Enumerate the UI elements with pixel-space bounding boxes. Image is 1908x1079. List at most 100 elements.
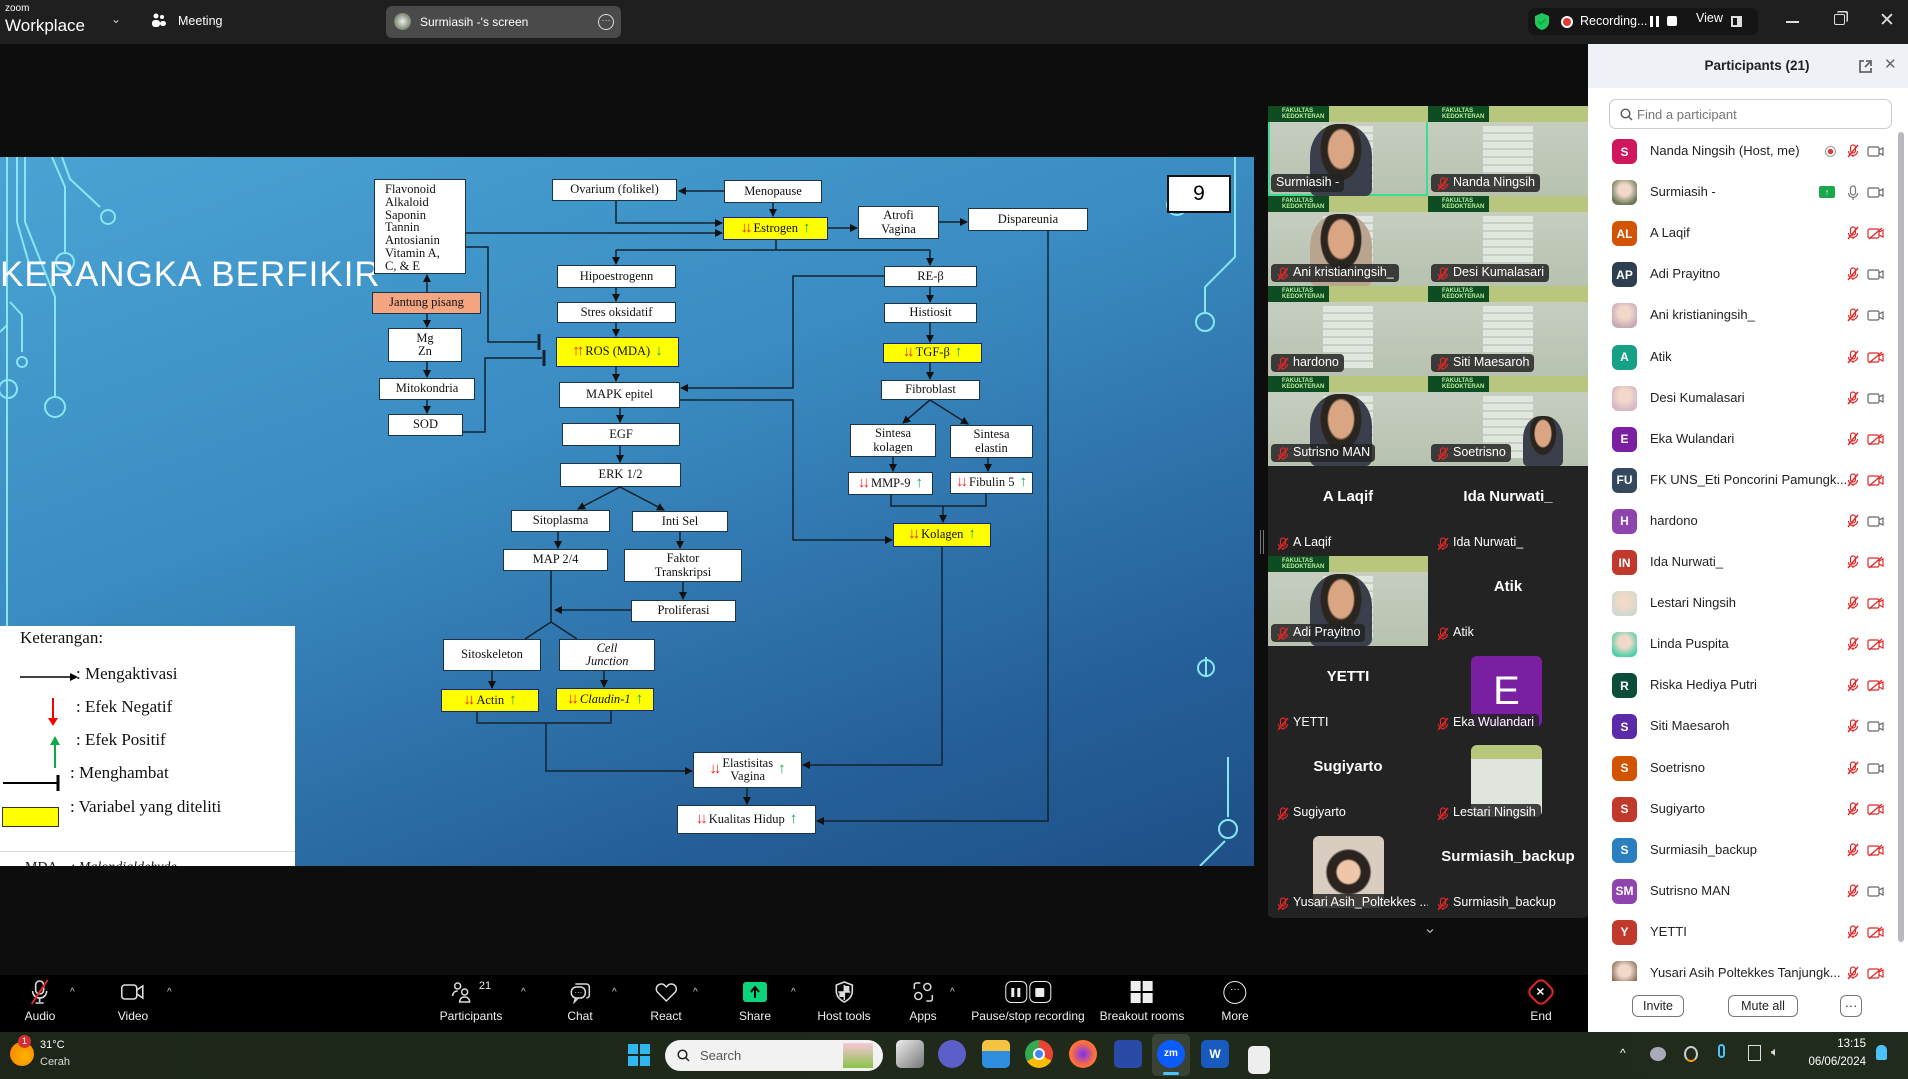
participant-row[interactable]: S Surmiasih_backup	[1588, 830, 1888, 871]
camera-off-icon[interactable]	[1867, 351, 1884, 369]
video-tile[interactable]: Surmiasih_backup Surmiasih_backup	[1428, 826, 1588, 916]
show-hidden-icons-chevron-icon[interactable]: ^	[1620, 1046, 1626, 1060]
camera-icon[interactable]	[1867, 885, 1884, 903]
mic-muted-icon[interactable]	[1846, 843, 1860, 862]
video-tile[interactable]: FAKULTAS KEDOKTERAN Surmiasih -	[1268, 106, 1428, 196]
participant-row[interactable]: AP Adi Prayitno	[1588, 254, 1888, 295]
teams-icon[interactable]	[938, 1040, 966, 1068]
camera-off-icon[interactable]	[1867, 556, 1884, 574]
clock-time[interactable]: 13:15	[1808, 1038, 1866, 1050]
sync-icon[interactable]	[1684, 1046, 1698, 1062]
participant-row[interactable]: Linda Puspita	[1588, 624, 1888, 665]
video-tile[interactable]: FAKULTAS KEDOKTERAN hardono	[1268, 286, 1428, 376]
participant-row[interactable]: Lestari Ningsih	[1588, 583, 1888, 624]
video-button[interactable]: Video	[118, 975, 148, 1032]
camera-off-icon[interactable]	[1867, 803, 1884, 821]
participant-row[interactable]: Hhardono	[1588, 501, 1888, 542]
more-button[interactable]: ··· More	[1221, 975, 1249, 1032]
weather-temp[interactable]: 31°C	[40, 1039, 65, 1051]
meeting-info-button[interactable]: Meeting	[150, 12, 222, 35]
camera-icon[interactable]	[1867, 720, 1884, 738]
pause-stop-recording-button[interactable]: Pause/stop recording	[971, 975, 1085, 1032]
chrome-icon[interactable]	[1025, 1040, 1053, 1068]
video-tile[interactable]: E Eka Wulandari	[1428, 646, 1588, 736]
mic-muted-icon[interactable]	[1846, 308, 1860, 327]
microphone-icon[interactable]	[1718, 1044, 1725, 1058]
zoom-app-icon[interactable]: zm	[1157, 1040, 1185, 1068]
splitter-handle[interactable]	[1260, 530, 1264, 554]
mic-muted-icon[interactable]	[1846, 432, 1860, 451]
participant-row[interactable]: S Siti Maesaroh	[1588, 706, 1888, 747]
app-icon-2[interactable]	[1248, 1046, 1270, 1074]
notification-bell-icon[interactable]	[1876, 1045, 1887, 1060]
camera-off-icon[interactable]	[1867, 433, 1884, 451]
participant-row[interactable]: Yusari Asih Poltekkes Tanjungk...	[1588, 953, 1888, 981]
onedrive-icon[interactable]	[1650, 1047, 1666, 1061]
firefox-icon[interactable]	[1069, 1040, 1097, 1068]
volume-icon[interactable]: 🔈︎	[1771, 1044, 1779, 1060]
host-tools-button[interactable]: Host tools	[817, 975, 871, 1032]
video-tile[interactable]: Ida Nurwati_ Ida Nurwati_	[1428, 466, 1588, 556]
camera-icon[interactable]	[1867, 515, 1884, 533]
video-tile[interactable]: Yusari Asih_Poltekkes ...	[1268, 826, 1428, 916]
camera-off-icon[interactable]	[1867, 967, 1884, 981]
participant-row[interactable]: S Soetrisno	[1588, 748, 1888, 789]
react-button[interactable]: React	[650, 975, 682, 1032]
gallery-next-chevron-icon[interactable]: ⌄	[1420, 918, 1440, 938]
video-tile[interactable]: FAKULTAS KEDOKTERAN Desi Kumalasari	[1428, 196, 1588, 286]
participant-row[interactable]: Ani kristianingsih_	[1588, 295, 1888, 336]
video-tile[interactable]: A Laqif A Laqif	[1268, 466, 1428, 556]
taskbar-search-input[interactable]: Search	[665, 1040, 883, 1071]
video-tile[interactable]: FAKULTAS KEDOKTERAN Sutrisno MAN	[1268, 376, 1428, 466]
chat-button[interactable]: ··· Chat	[567, 975, 593, 1032]
network-icon[interactable]	[1748, 1045, 1761, 1061]
camera-off-icon[interactable]	[1867, 679, 1884, 697]
video-tile[interactable]: FAKULTAS KEDOKTERAN Adi Prayitno	[1268, 556, 1428, 646]
breakout-rooms-button[interactable]: Breakout rooms	[1100, 975, 1184, 1032]
video-tile[interactable]: Sugiyarto Sugiyarto	[1268, 736, 1428, 826]
participant-row[interactable]: R Riska Hediya Putri	[1588, 665, 1888, 706]
camera-icon[interactable]	[1867, 309, 1884, 327]
participant-row[interactable]: E Eka Wulandari	[1588, 419, 1888, 460]
camera-off-icon[interactable]	[1867, 638, 1884, 656]
video-tile[interactable]: FAKULTAS KEDOKTERAN Ani kristianingsih_	[1268, 196, 1428, 286]
mic-muted-icon[interactable]	[1846, 678, 1860, 697]
invite-button[interactable]: Invite	[1632, 995, 1684, 1017]
video-tile[interactable]: Atik Atik	[1428, 556, 1588, 646]
pause-recording-button[interactable]	[1648, 13, 1662, 29]
share-button[interactable]: Share	[739, 975, 771, 1032]
minimize-icon[interactable]	[1786, 21, 1799, 23]
camera-off-icon[interactable]	[1867, 926, 1884, 944]
share-indicator[interactable]: Surmiasih -'s screen ···	[386, 6, 621, 38]
video-tile[interactable]: Lestari Ningsih	[1428, 736, 1588, 826]
more-button[interactable]: ···	[1840, 995, 1862, 1017]
participant-row[interactable]: Desi Kumalasari	[1588, 378, 1888, 419]
mic-muted-icon[interactable]	[1846, 925, 1860, 944]
participant-row[interactable]: Surmiasih - ↑	[1588, 172, 1888, 213]
participants-button[interactable]: 21 Participants	[440, 975, 503, 1032]
mic-icon[interactable]	[1846, 185, 1860, 206]
restore-icon[interactable]	[1834, 14, 1845, 25]
mic-muted-icon[interactable]	[1846, 144, 1860, 163]
task-view-icon[interactable]	[896, 1040, 924, 1068]
audio-button[interactable]: Audio	[25, 975, 55, 1032]
shield-check-icon[interactable]	[1534, 12, 1550, 31]
participant-search-input[interactable]: Find a participant	[1609, 99, 1892, 129]
share-caret-icon[interactable]: ^	[791, 987, 796, 998]
camera-off-icon[interactable]	[1867, 597, 1884, 615]
view-button[interactable]: View	[1696, 11, 1723, 25]
mic-muted-icon[interactable]	[1846, 801, 1860, 821]
participants-caret-icon[interactable]: ^	[521, 987, 526, 998]
video-tile[interactable]: FAKULTAS KEDOKTERAN Soetrisno	[1428, 376, 1588, 466]
participant-row[interactable]: AL A Laqif	[1588, 213, 1888, 254]
mic-muted-icon[interactable]	[1846, 637, 1860, 656]
app-icon[interactable]	[1114, 1040, 1142, 1068]
end-meeting-button[interactable]: ✕ End	[1525, 975, 1557, 1032]
video-options-caret-icon[interactable]: ^	[167, 987, 172, 998]
clock-date[interactable]: 06/06/2024	[1796, 1056, 1866, 1068]
participant-row[interactable]: SM Sutrisno MAN	[1588, 871, 1888, 912]
camera-icon[interactable]	[1867, 762, 1884, 780]
participant-row[interactable]: Y YETTI	[1588, 912, 1888, 953]
participant-row[interactable]: FU FK UNS_Eti Poncorini Pamungk...	[1588, 460, 1888, 501]
apps-button[interactable]: Apps	[909, 975, 937, 1032]
